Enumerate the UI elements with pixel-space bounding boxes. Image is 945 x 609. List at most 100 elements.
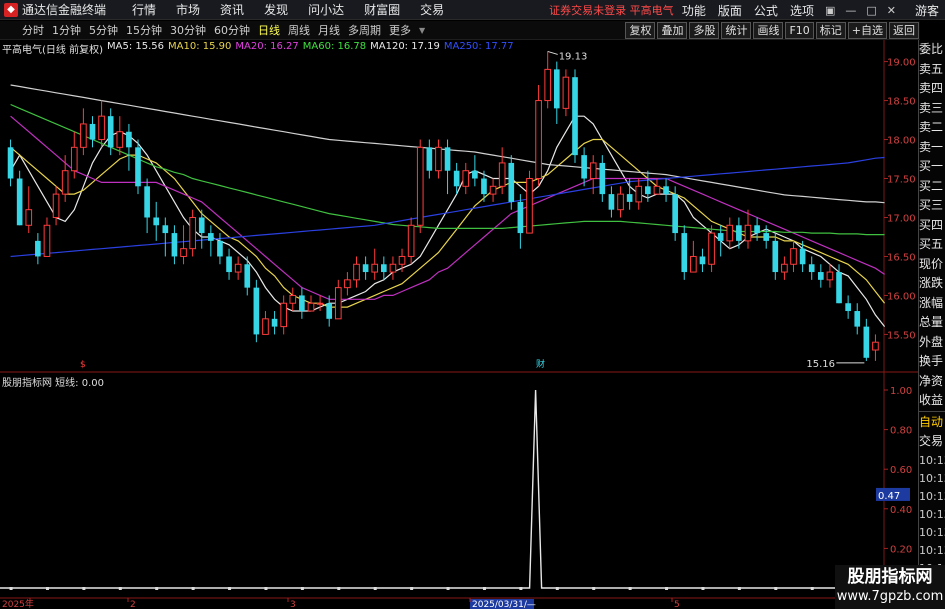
back-button[interactable]: 返回 xyxy=(889,22,919,39)
short-line-series xyxy=(0,389,884,589)
stock-title[interactable]: 平高电气(日线 前复权) xyxy=(2,41,103,56)
candle-body xyxy=(189,216,196,250)
watermark-title: 股朋指标网 xyxy=(847,567,933,587)
signal-dot xyxy=(592,587,596,590)
menu-trade[interactable]: 交易 xyxy=(410,1,454,18)
menu-market[interactable]: 市场 xyxy=(166,1,210,18)
quote-field-2: 卖四 xyxy=(919,81,944,95)
high-arrow xyxy=(547,50,558,55)
period-daily[interactable]: 日线 xyxy=(254,22,284,38)
period-60min[interactable]: 60分钟 xyxy=(210,22,254,38)
tick-item-6[interactable]: 10:13 xyxy=(919,524,945,542)
candle-body xyxy=(472,170,478,179)
quote-field-4: 卖二 xyxy=(919,120,944,134)
candle-body xyxy=(244,264,251,288)
signal-dot xyxy=(665,587,669,590)
candle-body xyxy=(25,209,33,226)
candle-body xyxy=(645,186,651,195)
candle-body xyxy=(699,256,706,265)
candle-body xyxy=(271,318,278,327)
menu-quotes[interactable]: 行情 xyxy=(122,1,166,18)
add-watchlist-button[interactable]: +自选 xyxy=(847,22,887,39)
signal-dot xyxy=(737,587,741,590)
indicator-legend[interactable]: 股朋指标网 短线: 0.00 xyxy=(2,374,104,389)
close-icon[interactable]: ✕ xyxy=(882,4,901,17)
period-30min[interactable]: 30分钟 xyxy=(166,22,210,38)
minimize-icon[interactable]: — xyxy=(840,4,861,17)
candle-body xyxy=(681,233,688,273)
period-multi[interactable]: 多周期 xyxy=(344,22,385,38)
quote-panel: 委比 卖五 卖四 卖三 卖二 卖一 买一 买二 买三 买四 买五 现价 涨跌 涨幅 总量 外盘 换手 净资 收益 自动… xyxy=(918,40,945,609)
candle-body xyxy=(326,303,333,319)
signal-dot xyxy=(410,587,414,590)
indicator-tick-label: 0.20 xyxy=(890,544,912,555)
menu-options[interactable]: 选项 xyxy=(784,2,820,19)
f10-button[interactable]: F10 xyxy=(785,22,814,39)
candle-body xyxy=(553,69,560,109)
tick-item-5[interactable]: 10:13 xyxy=(919,506,945,524)
candle-body xyxy=(663,186,669,195)
candle-body xyxy=(489,185,497,195)
candle-body xyxy=(508,162,515,202)
candle-body xyxy=(135,147,141,187)
quote-field-9: 买四 xyxy=(919,217,944,232)
period-more[interactable]: 更多 xyxy=(385,22,415,38)
login-alert[interactable]: 证券交易未登录 平高电气 xyxy=(549,2,674,18)
candle-body xyxy=(208,233,214,241)
menu-discover[interactable]: 发现 xyxy=(254,1,298,18)
guest-label[interactable]: 游客 xyxy=(909,2,945,19)
tick-item-4[interactable]: 10:13 xyxy=(919,488,945,506)
candle-body xyxy=(16,178,23,226)
candle-body xyxy=(381,264,387,273)
period-monthly[interactable]: 月线 xyxy=(314,22,344,38)
quote-field-0: 委比 xyxy=(919,42,944,56)
candle-body xyxy=(353,263,360,281)
candle-body xyxy=(217,240,223,257)
candle-body xyxy=(7,147,14,179)
period-1min[interactable]: 1分钟 xyxy=(48,22,85,38)
period-5min[interactable]: 5分钟 xyxy=(85,22,122,38)
menu-function[interactable]: 功能 xyxy=(676,2,712,19)
signal-dot xyxy=(82,587,86,590)
adjust-button[interactable]: 复权 xyxy=(625,22,656,39)
multi-stock-button[interactable]: 多股 xyxy=(689,22,720,39)
candle-body xyxy=(299,295,305,312)
candle-body xyxy=(462,170,470,187)
candle-body xyxy=(572,77,578,156)
signal-dot xyxy=(337,587,341,590)
tick-item-0[interactable]: 自动 xyxy=(919,413,945,433)
overlay-button[interactable]: 叠加 xyxy=(657,22,688,39)
period-weekly[interactable]: 周线 xyxy=(284,22,314,38)
menu-formula[interactable]: 公式 xyxy=(748,2,784,19)
tick-item-1[interactable]: 交易 xyxy=(919,432,945,452)
period-timeshare[interactable]: 分时 xyxy=(18,22,48,38)
chart-area[interactable]: 19.00 18.50 18.00 17.50 17.00 16.50 16.00 15.50… xyxy=(0,40,918,609)
quote-field-6: 买一 xyxy=(919,159,944,173)
period-15min[interactable]: 15分钟 xyxy=(122,22,166,38)
mark-button[interactable]: 标记 xyxy=(815,22,846,39)
menu-ask[interactable]: 问小达 xyxy=(298,1,354,18)
candle-body xyxy=(635,185,643,203)
candle-body xyxy=(726,224,734,242)
candle-body xyxy=(799,248,806,265)
date-label: 2 xyxy=(130,600,136,609)
signal-dot xyxy=(118,587,122,590)
candle-body xyxy=(544,68,552,102)
maximize-icon[interactable]: □ xyxy=(861,4,881,17)
draw-button[interactable]: 画线 xyxy=(753,22,784,39)
candle-body xyxy=(736,225,742,241)
restore-icon[interactable]: ▣ xyxy=(820,4,840,17)
tick-item-2[interactable]: 10:13 xyxy=(919,452,945,470)
quote-field-15: 外盘 xyxy=(919,334,944,349)
candle-body xyxy=(180,248,187,257)
chevron-down-icon[interactable]: ▼ xyxy=(419,26,425,35)
candle-body xyxy=(599,162,606,195)
tick-item-7[interactable]: 10:13 xyxy=(919,542,945,560)
tick-item-3[interactable]: 10:13 xyxy=(919,470,945,488)
candle-body xyxy=(836,272,842,304)
menu-news[interactable]: 资讯 xyxy=(210,1,254,18)
stats-button[interactable]: 统计 xyxy=(721,22,752,39)
menu-wealth[interactable]: 财富圈 xyxy=(354,1,410,18)
menu-layout[interactable]: 版面 xyxy=(712,2,748,19)
app-logo-icon: ◆ xyxy=(4,2,18,17)
